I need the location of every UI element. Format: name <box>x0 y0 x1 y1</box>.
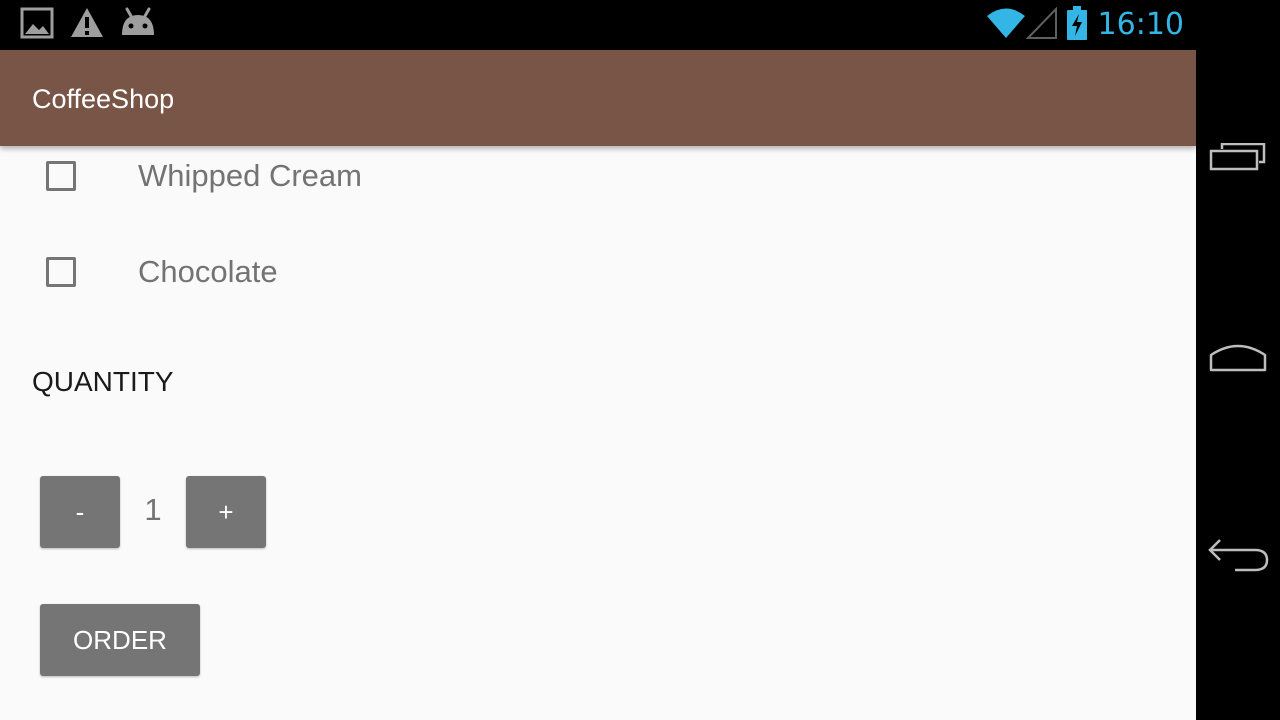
decrement-button[interactable]: - <box>40 476 120 548</box>
recent-apps-button[interactable] <box>1196 110 1280 210</box>
battery-charging-icon <box>1066 6 1088 44</box>
app-bar: CoffeeShop <box>0 50 1196 146</box>
home-icon <box>1208 339 1268 377</box>
warning-icon <box>70 7 104 43</box>
app-title: CoffeeShop <box>32 84 175 114</box>
main-content[interactable]: Whipped Cream Chocolate QUANTITY - 1 + O… <box>0 146 1196 720</box>
whipped-cream-label[interactable]: Whipped Cream <box>138 158 362 194</box>
app-window: CoffeeShop Whipped Cream Chocolate QUANT… <box>0 50 1196 720</box>
notification-icons <box>20 7 172 43</box>
status-clock: 16:10 <box>1097 7 1184 42</box>
quantity-value: 1 <box>144 492 162 527</box>
back-icon <box>1205 536 1271 580</box>
recent-apps-icon <box>1208 142 1268 177</box>
cellular-signal-icon <box>1025 6 1058 43</box>
chocolate-checkbox-row[interactable]: Chocolate <box>46 254 278 290</box>
whipped-cream-checkbox[interactable] <box>46 161 76 191</box>
home-button[interactable] <box>1196 308 1280 408</box>
increment-button[interactable]: + <box>186 476 266 548</box>
navigation-bar <box>1196 0 1280 720</box>
chocolate-label[interactable]: Chocolate <box>138 254 278 290</box>
image-icon <box>20 7 54 43</box>
wifi-icon <box>986 7 1026 43</box>
android-icon <box>120 7 156 43</box>
order-button[interactable]: ORDER <box>40 604 200 676</box>
system-icons: 16:10 <box>986 5 1184 45</box>
chocolate-checkbox[interactable] <box>46 257 76 287</box>
whipped-cream-checkbox-row[interactable]: Whipped Cream <box>46 158 362 194</box>
device-screen: 16:10 CoffeeShop Whipped Cream Chocolate… <box>0 0 1280 720</box>
status-bar: 16:10 <box>0 0 1196 50</box>
back-button[interactable] <box>1196 508 1280 608</box>
quantity-header: QUANTITY <box>32 366 174 397</box>
